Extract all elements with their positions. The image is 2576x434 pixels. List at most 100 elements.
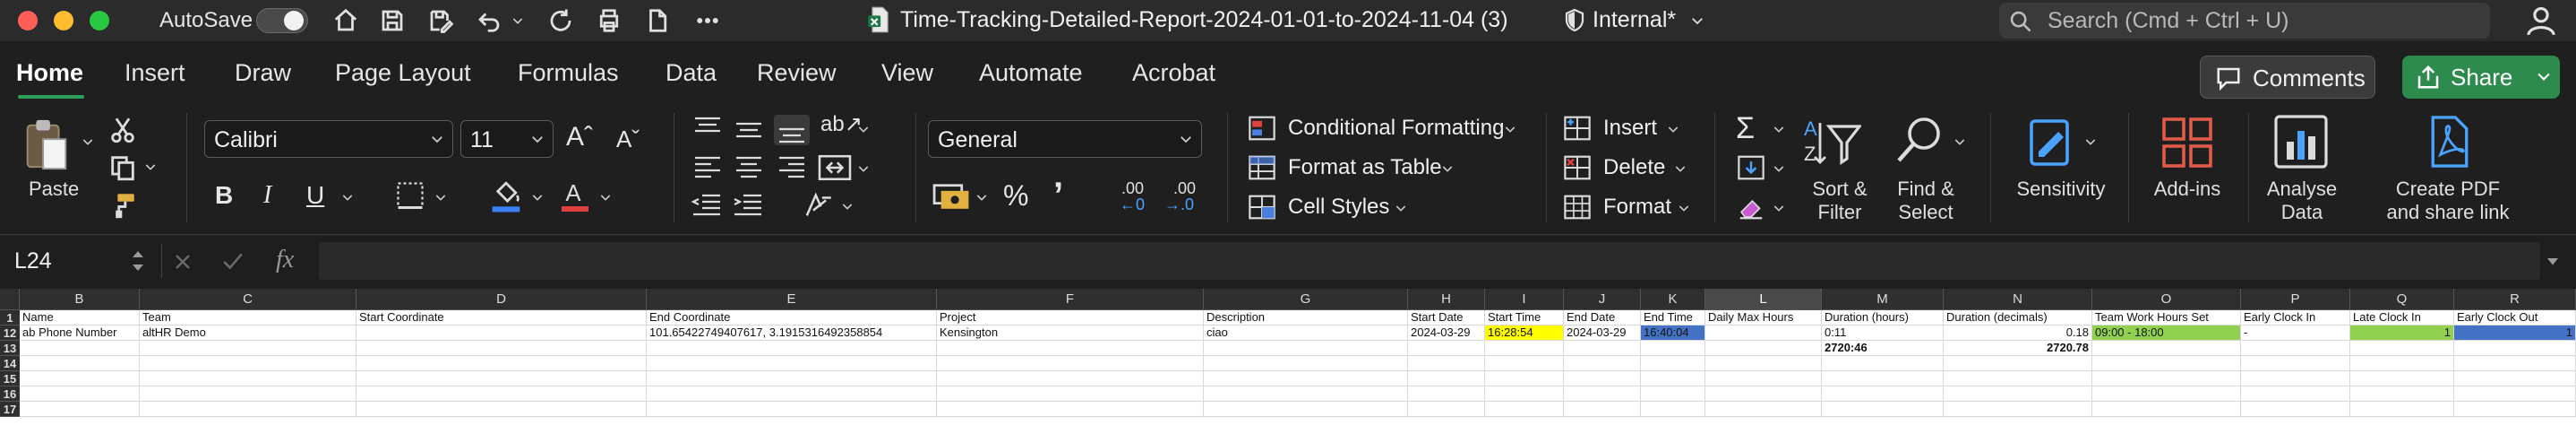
insert-cells-icon[interactable] (1562, 115, 1593, 142)
autosave-toggle[interactable] (256, 8, 308, 33)
grid-cell[interactable] (356, 356, 647, 371)
grid-cell[interactable] (2092, 402, 2241, 417)
grid-cell[interactable] (1944, 386, 2092, 402)
close-window-button[interactable] (18, 11, 38, 30)
wrap-dropdown-chevron-icon[interactable] (840, 199, 854, 213)
delete-cells-chevron-icon[interactable] (1673, 161, 1687, 176)
cancel-edit-icon[interactable] (172, 251, 193, 273)
grid-cell[interactable] (20, 386, 140, 402)
row-header[interactable]: 17 (0, 402, 20, 417)
grid-cell[interactable]: 1 (2350, 326, 2454, 341)
format-cells-chevron-icon[interactable] (1677, 201, 1691, 215)
grid-cell[interactable] (1564, 402, 1641, 417)
tab-acrobat[interactable]: Acrobat (1132, 59, 1215, 87)
grid-cell[interactable] (2454, 402, 2576, 417)
grid-cell[interactable] (140, 356, 356, 371)
find-select-icon[interactable] (1893, 113, 1947, 172)
tab-review[interactable]: Review (757, 59, 837, 87)
grid-cell[interactable]: 2024-03-29 (1564, 326, 1641, 341)
underline-dropdown-chevron-icon[interactable] (340, 190, 355, 204)
sensitivity-dropdown-chevron-icon[interactable] (2083, 135, 2098, 149)
grid-cell[interactable]: Kensington (937, 326, 1204, 341)
grid-cell[interactable] (2454, 356, 2576, 371)
grid-cell[interactable]: ab Phone Number (20, 326, 140, 341)
insert-cells-chevron-icon[interactable] (1666, 122, 1680, 136)
grid-cell[interactable] (20, 341, 140, 356)
grid-cell[interactable]: 2720.78 (1944, 341, 2092, 356)
grid-cell[interactable] (2092, 356, 2241, 371)
save-icon[interactable] (376, 5, 408, 36)
home-icon[interactable] (330, 5, 362, 36)
save-as-icon[interactable] (425, 5, 457, 36)
increase-font-size-icon[interactable]: Aˆ (566, 122, 593, 152)
column-header[interactable]: I (1485, 289, 1564, 310)
grid-cell[interactable] (1822, 371, 1944, 386)
fill-color-dropdown-chevron-icon[interactable] (530, 190, 545, 204)
decrease-decimal-button[interactable]: .00 →.0 (1164, 179, 1204, 215)
row-header[interactable]: 13 (0, 341, 20, 356)
grid-cell[interactable] (1641, 402, 1705, 417)
grid-cell[interactable] (1485, 386, 1564, 402)
grid-cell[interactable] (2350, 402, 2454, 417)
format-as-table-chevron-icon[interactable] (1440, 161, 1455, 176)
borders-icon[interactable] (394, 179, 426, 212)
column-header[interactable]: G (1204, 289, 1408, 310)
grid-cell[interactable] (1641, 356, 1705, 371)
grid-cell[interactable]: 16:40:04 (1641, 326, 1705, 341)
grid-cell[interactable]: 101.65422749407617, 3.1915316492358854 (647, 326, 937, 341)
merge-dropdown-chevron-icon[interactable] (856, 161, 871, 176)
redo-icon[interactable] (545, 5, 577, 36)
decrease-font-size-icon[interactable]: Aˇ (616, 126, 640, 153)
grid-cell[interactable]: 16:28:54 (1485, 326, 1564, 341)
create-pdf-label[interactable]: Create PDF and share link (2372, 178, 2524, 224)
merge-center-icon[interactable] (817, 152, 853, 183)
grid-cell[interactable] (2092, 386, 2241, 402)
zoom-window-button[interactable] (90, 11, 109, 30)
column-header[interactable]: H (1408, 289, 1485, 310)
vertical-alignment-icons[interactable] (690, 113, 810, 147)
clear-icon[interactable] (1736, 194, 1766, 221)
column-header[interactable]: J (1564, 289, 1641, 310)
grid-cell[interactable]: Daily Max Hours (1705, 310, 1822, 326)
acrobat-pdf-icon[interactable] (2427, 113, 2472, 170)
add-ins-label[interactable]: Add-ins (2142, 178, 2232, 201)
grid-cell[interactable] (2454, 386, 2576, 402)
grid-cell[interactable] (356, 371, 647, 386)
increase-decimal-button[interactable]: .00 ←0 (1120, 179, 1155, 215)
more-options-icon[interactable] (691, 5, 724, 36)
sensitivity-chevron-icon[interactable] (1689, 13, 1705, 29)
font-name-dropdown[interactable]: Calibri (204, 120, 453, 158)
sensitivity-icon[interactable] (2026, 115, 2076, 170)
format-as-table-label[interactable]: Format as Table (1288, 155, 1442, 180)
expand-formula-bar-icon[interactable] (2544, 253, 2562, 269)
grid-cell[interactable] (356, 386, 647, 402)
spreadsheet-grid[interactable]: B C D E F G H I J K L M N O P Q R 1 12 13 14 15 16 17 Name Team St… (0, 289, 2576, 434)
grid-cell[interactable] (2454, 341, 2576, 356)
search-input[interactable]: Search (Cmd + Ctrl + U) (1999, 3, 2490, 39)
font-size-dropdown[interactable]: 11 (460, 120, 554, 158)
grid-cell[interactable] (2241, 341, 2350, 356)
sensitivity-label[interactable]: Internal* (1593, 7, 1676, 33)
tab-insert[interactable]: Insert (125, 59, 185, 87)
grid-cell[interactable] (1641, 341, 1705, 356)
grid-cell[interactable]: 1 (2454, 326, 2576, 341)
grid-cell[interactable] (647, 371, 937, 386)
grid-cell[interactable] (140, 402, 356, 417)
copy-dropdown-chevron-icon[interactable] (143, 160, 158, 174)
delete-cells-icon[interactable] (1562, 154, 1593, 181)
grid-cell[interactable] (140, 371, 356, 386)
autosum-chevron-icon[interactable] (1772, 122, 1786, 136)
cell-styles-label[interactable]: Cell Styles (1288, 195, 1389, 220)
font-color-icon[interactable]: A (559, 178, 591, 213)
grid-cell[interactable]: 0.18 (1944, 326, 2092, 341)
conditional-formatting-icon[interactable] (1247, 115, 1277, 142)
autosum-icon[interactable]: Σ (1736, 111, 1755, 146)
grid-cell[interactable]: altHR Demo (140, 326, 356, 341)
column-header[interactable]: M (1822, 289, 1944, 310)
sort-filter-icon[interactable]: A Z (1804, 115, 1861, 170)
column-header[interactable]: N (1944, 289, 2092, 310)
grid-cell[interactable] (1641, 386, 1705, 402)
tab-page-layout[interactable]: Page Layout (335, 59, 471, 87)
grid-cell[interactable] (20, 402, 140, 417)
tab-home[interactable]: Home (16, 59, 83, 87)
